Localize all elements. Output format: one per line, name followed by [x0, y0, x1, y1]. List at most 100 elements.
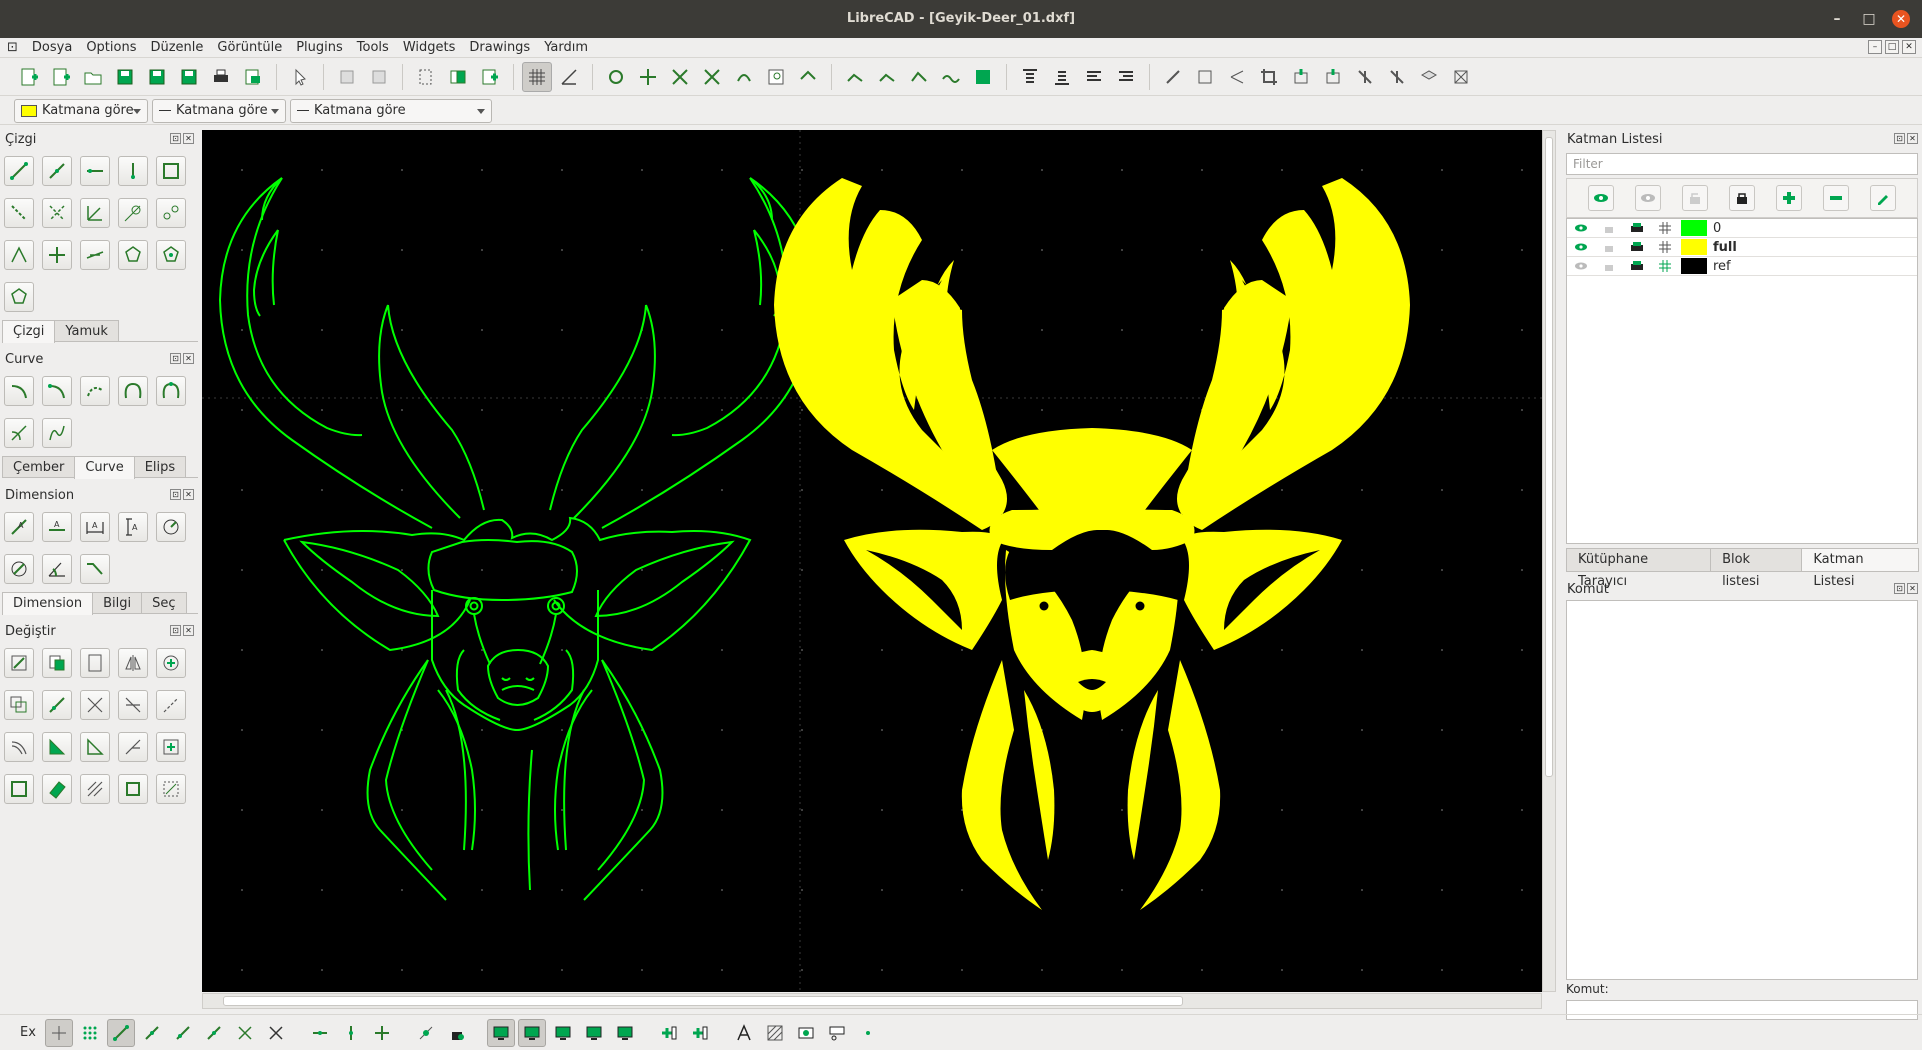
- mdi-minimize-button[interactable]: –: [1868, 40, 1882, 54]
- new-template-icon[interactable]: [46, 62, 76, 92]
- menu-tools[interactable]: Tools: [350, 40, 396, 55]
- dim-angular-icon[interactable]: [42, 554, 72, 584]
- modify-trim-icon[interactable]: [1222, 62, 1252, 92]
- line-tangent-two-icon[interactable]: [156, 198, 186, 228]
- layer-row[interactable]: full: [1567, 238, 1917, 257]
- grid-icon[interactable]: [522, 61, 552, 92]
- snap-middle-icon[interactable]: [200, 1019, 228, 1047]
- modify-stretch-tool-icon[interactable]: [118, 732, 148, 762]
- tab-select[interactable]: Seç: [141, 592, 187, 613]
- modify-hatch-icon[interactable]: [80, 774, 110, 804]
- layer-lock-icon[interactable]: [1595, 222, 1623, 234]
- lock-all-layers-icon[interactable]: [1728, 185, 1755, 211]
- modify-scale-icon[interactable]: [1318, 62, 1348, 92]
- modify-offset-icon[interactable]: [80, 648, 110, 678]
- save-all-icon[interactable]: [174, 62, 204, 92]
- rectangle-icon[interactable]: [156, 156, 186, 186]
- view-mode-1-icon[interactable]: [486, 1018, 515, 1047]
- layer-print-icon[interactable]: [1623, 241, 1651, 253]
- snap-grid-icon[interactable]: [872, 62, 902, 92]
- snap-text-icon[interactable]: [968, 62, 998, 92]
- snap-center-icon[interactable]: [169, 1019, 197, 1047]
- tab-info[interactable]: Bilgi: [92, 592, 143, 613]
- restrict-horizontal-icon[interactable]: [306, 1019, 334, 1047]
- view-mode-4-icon[interactable]: [580, 1019, 608, 1047]
- point-tool-icon[interactable]: [854, 1019, 882, 1047]
- modify-select-window-icon[interactable]: [156, 774, 186, 804]
- pen-width-select[interactable]: Katmana göre: [152, 98, 286, 123]
- minimize-button[interactable]: –: [1828, 10, 1846, 28]
- exclusive-snap-label[interactable]: Ex: [20, 1025, 36, 1040]
- dim-vertical-icon[interactable]: A: [118, 512, 148, 542]
- line-2points-icon[interactable]: [4, 156, 34, 186]
- freehand-curve-icon[interactable]: [42, 418, 72, 448]
- lock-relative-zero-icon[interactable]: [443, 1019, 471, 1047]
- line-horizontal-icon[interactable]: [80, 156, 110, 186]
- snap-onentity-icon[interactable]: [936, 62, 966, 92]
- save-icon[interactable]: [110, 62, 140, 92]
- dim-linear-icon[interactable]: A: [42, 512, 72, 542]
- modify-explode-tool-icon[interactable]: [80, 732, 110, 762]
- close-icon[interactable]: ✕: [183, 625, 194, 636]
- snap-free-icon[interactable]: [840, 62, 870, 92]
- menu-view[interactable]: Görüntüle: [210, 40, 289, 55]
- line-tangent-icon[interactable]: [118, 198, 148, 228]
- snap-endpoint-icon[interactable]: [106, 1018, 135, 1047]
- modify-move-icon[interactable]: [1190, 62, 1220, 92]
- tab-layer-list[interactable]: Katman Listesi: [1801, 548, 1919, 589]
- float-icon[interactable]: ⊡: [170, 353, 181, 364]
- close-icon[interactable]: ✕: [1907, 583, 1918, 594]
- redraw-icon[interactable]: [601, 62, 631, 92]
- layer-visible-icon[interactable]: [1567, 242, 1595, 252]
- modify-deselect-icon[interactable]: [118, 774, 148, 804]
- remove-layer-icon[interactable]: [1823, 185, 1850, 211]
- modify-scale-tool-icon[interactable]: [4, 690, 34, 720]
- modify-break-icon[interactable]: [156, 690, 186, 720]
- pen-type-select[interactable]: Katmana göre: [290, 98, 492, 123]
- line-parallel-icon[interactable]: [42, 198, 72, 228]
- modify-attributes-icon[interactable]: [1414, 62, 1444, 92]
- line-freehand-icon[interactable]: [42, 240, 72, 270]
- print-icon[interactable]: [206, 62, 236, 92]
- menu-options[interactable]: Options: [79, 40, 143, 55]
- redo-icon[interactable]: [364, 62, 394, 92]
- create-block-icon[interactable]: [686, 1019, 714, 1047]
- line-relative-angle-icon[interactable]: [4, 240, 34, 270]
- drawing-canvas[interactable]: [202, 130, 1542, 992]
- system-menu-icon[interactable]: ⊡: [0, 40, 25, 55]
- modify-cross-icon[interactable]: [1446, 62, 1476, 92]
- undo-icon[interactable]: [332, 62, 362, 92]
- view-mode-2-icon[interactable]: [517, 1018, 546, 1047]
- zoom-window-icon[interactable]: [761, 62, 791, 92]
- layer-construction-icon[interactable]: [1651, 222, 1679, 234]
- modify-polyline-icon[interactable]: [4, 774, 34, 804]
- tab-ellipse[interactable]: Elips: [133, 456, 187, 477]
- float-icon[interactable]: ⊡: [170, 489, 181, 500]
- align-left-icon[interactable]: [1079, 62, 1109, 92]
- modify-align-icon[interactable]: [156, 732, 186, 762]
- new-file-icon[interactable]: [14, 62, 44, 92]
- modify-trim-tool-icon[interactable]: [42, 690, 72, 720]
- paste-icon[interactable]: [475, 62, 505, 92]
- layer-print-icon[interactable]: [1623, 222, 1651, 234]
- snap-endpoint-icon[interactable]: [904, 62, 934, 92]
- align-bottom-icon[interactable]: [1047, 62, 1077, 92]
- modify-lengthen-icon[interactable]: [118, 690, 148, 720]
- modify-stretch-icon[interactable]: [1286, 62, 1316, 92]
- modify-move-rotate-icon[interactable]: [4, 648, 34, 678]
- draft-mode-icon[interactable]: [554, 62, 584, 92]
- view-mode-5-icon[interactable]: [611, 1019, 639, 1047]
- line-vertical-icon[interactable]: [118, 156, 148, 186]
- tab-curve[interactable]: Curve: [74, 456, 135, 479]
- dim-horizontal-icon[interactable]: A: [80, 512, 110, 542]
- polygon-corner-icon[interactable]: [156, 240, 186, 270]
- layer-hidden-icon[interactable]: [1567, 261, 1595, 271]
- dim-radial-icon[interactable]: [156, 512, 186, 542]
- hide-all-layers-icon[interactable]: [1634, 185, 1661, 211]
- close-icon[interactable]: ✕: [1907, 133, 1918, 144]
- insert-block-icon[interactable]: [655, 1019, 683, 1047]
- zoom-previous-icon[interactable]: [729, 62, 759, 92]
- modify-explode-icon[interactable]: [1382, 62, 1412, 92]
- horizontal-scrollbar[interactable]: [202, 993, 1542, 1009]
- mdi-close-button[interactable]: ✕: [1902, 40, 1916, 54]
